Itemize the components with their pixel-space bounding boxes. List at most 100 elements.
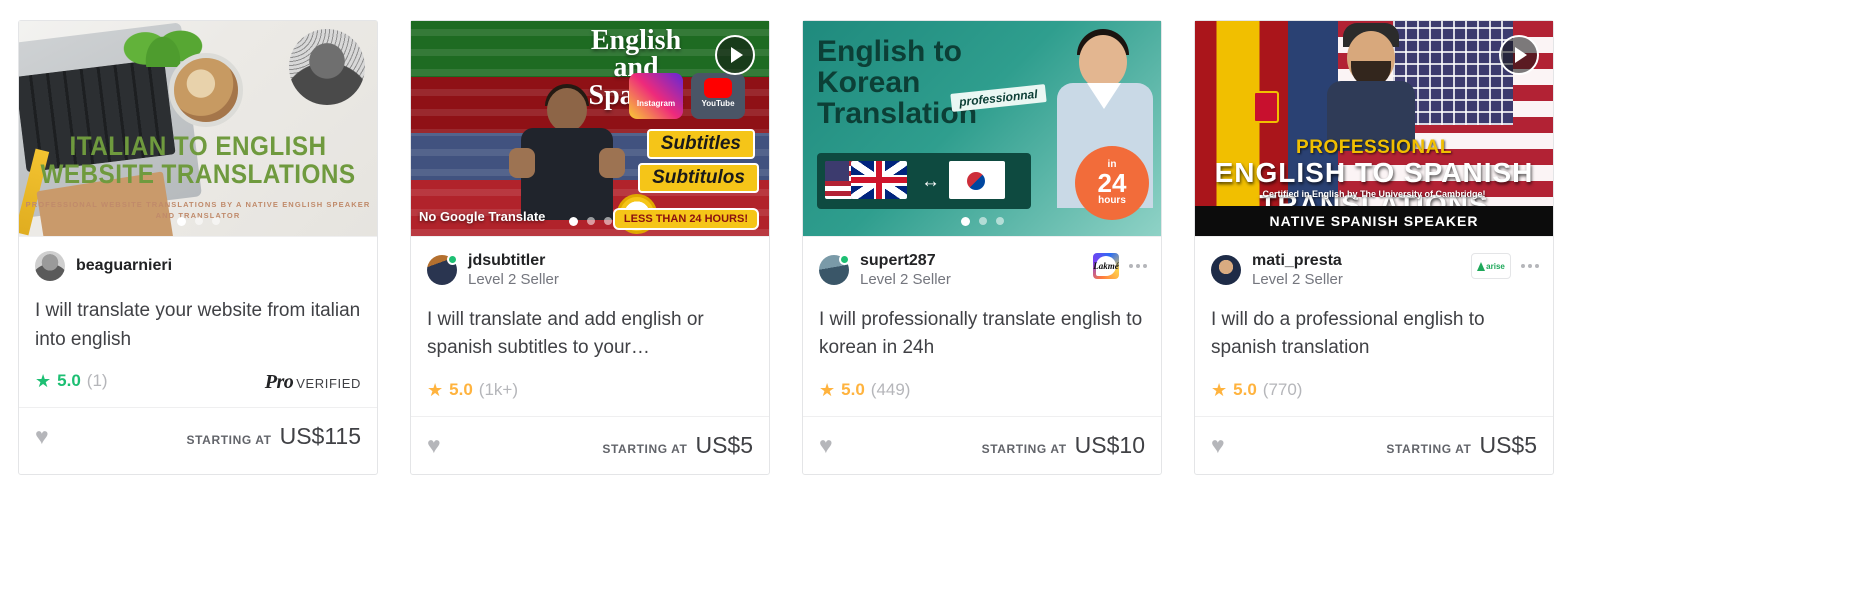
seller-row[interactable]: mati_presta Level 2 Seller arise	[1195, 237, 1553, 290]
thumbnail-headline-small: Professional	[1296, 137, 1452, 158]
head	[1079, 35, 1127, 89]
seller-row-actions: Lakmé	[1093, 253, 1147, 279]
brand-logo-icon: arise	[1471, 253, 1511, 279]
carousel-dot[interactable]	[211, 217, 220, 225]
rating-value: 5.0	[841, 379, 865, 399]
gig-thumbnail[interactable]: Italian to English Website Translations …	[19, 21, 377, 237]
pro-verified-badge: Pro VERIFIED	[265, 371, 361, 394]
seller-row[interactable]: jdsubtitler Level 2 Seller	[411, 237, 769, 290]
price-block: Starting at US$115	[187, 423, 361, 450]
person-illustration	[507, 84, 627, 220]
seller-row-actions: arise	[1471, 253, 1539, 279]
seller-name[interactable]: beaguarnieri	[76, 256, 172, 276]
headline-line-1: English to Spanish	[1214, 157, 1534, 188]
gig-title[interactable]: I will translate and add english or span…	[411, 290, 769, 368]
price-label: Starting at	[981, 441, 1067, 456]
carousel-dot[interactable]	[978, 217, 987, 225]
carousel-dots[interactable]	[411, 217, 769, 226]
avatar[interactable]	[427, 254, 458, 286]
seller-name[interactable]: mati_presta	[1252, 251, 1343, 271]
headline-line-1: English	[590, 25, 682, 56]
card-footer: ♥ Starting at US$10	[803, 415, 1161, 474]
seller-name[interactable]: jdsubtitler	[468, 251, 559, 271]
more-options-icon[interactable]	[1129, 264, 1147, 268]
star-icon: ★	[427, 379, 444, 400]
avatar-image	[1211, 255, 1241, 286]
swap-arrows-icon: ↔	[921, 171, 940, 192]
rating-value: 5.0	[1233, 379, 1257, 399]
certified-line: Certified in English by The University o…	[1262, 189, 1486, 199]
seller-row[interactable]: supert287 Level 2 Seller Lakmé	[803, 237, 1161, 290]
seller-level: Level 2 Seller	[860, 271, 951, 288]
spain-coat-of-arms-icon	[1253, 91, 1279, 123]
avatar[interactable]	[1211, 255, 1241, 286]
thumbnail-headline: English to Korean Translation	[817, 35, 978, 130]
gig-card[interactable]: Professional English to Spanish Translat…	[1194, 20, 1554, 475]
gig-title[interactable]: I will translate your website from itali…	[19, 281, 377, 359]
rating-count: (770)	[1262, 379, 1303, 399]
subtitles-spanish-label: Subtitulos	[638, 163, 759, 193]
heart-icon[interactable]: ♥	[35, 425, 49, 448]
card-footer: ♥ Starting at US$115	[19, 407, 377, 465]
play-icon[interactable]	[715, 35, 755, 75]
gig-card[interactable]: English to Korean Translation profession…	[802, 20, 1162, 475]
play-icon[interactable]	[1499, 35, 1539, 75]
more-options-icon[interactable]	[1521, 264, 1539, 268]
seller-name[interactable]: supert287	[860, 251, 951, 271]
card-footer: ♥ Starting at US$5	[411, 415, 769, 474]
avatar[interactable]	[819, 254, 850, 286]
price-value: US$115	[279, 423, 361, 449]
verified-label: VERIFIED	[296, 376, 361, 391]
carousel-dot[interactable]	[176, 217, 186, 226]
badge-big-text: 24	[1097, 168, 1127, 198]
carousel-dot[interactable]	[960, 217, 970, 226]
brand-logo-label: arise	[1486, 261, 1505, 271]
carousel-dot[interactable]	[995, 217, 1004, 225]
price-block: Starting at US$10	[982, 432, 1145, 459]
carousel-dots[interactable]	[19, 217, 377, 226]
person-illustration	[1323, 23, 1419, 151]
price-label: Starting at	[186, 433, 272, 447]
rating-row: ★ 5.0 (1) Pro VERIFIED	[19, 359, 377, 407]
instagram-icon: Instagram	[629, 73, 683, 119]
heart-icon[interactable]: ♥	[1211, 433, 1225, 457]
gig-card[interactable]: English and Spanish Instagram YouTube Su…	[410, 20, 770, 475]
seller-info: jdsubtitler Level 2 Seller	[468, 251, 559, 290]
seller-row[interactable]: beaguarnieri	[19, 237, 377, 281]
gig-card[interactable]: Italian to English Website Translations …	[18, 20, 378, 475]
gig-title[interactable]: I will do a professional english to span…	[1195, 290, 1553, 368]
price-value: US$10	[1074, 431, 1145, 458]
seller-info: supert287 Level 2 Seller	[860, 251, 951, 290]
price-value: US$5	[1479, 431, 1537, 458]
gig-thumbnail[interactable]: English and Spanish Instagram YouTube Su…	[411, 21, 769, 237]
thumbs-up-right	[599, 148, 625, 178]
youtube-icon: YouTube	[691, 73, 745, 119]
play-triangle	[730, 47, 743, 63]
carousel-dot[interactable]	[603, 217, 612, 225]
avatar-image	[35, 251, 65, 281]
gig-thumbnail[interactable]: English to Korean Translation profession…	[803, 21, 1161, 237]
carousel-dot[interactable]	[194, 217, 203, 225]
heart-icon[interactable]: ♥	[427, 433, 441, 457]
seller-level: Level 2 Seller	[468, 271, 559, 288]
gig-title[interactable]: I will professionally translate english …	[803, 290, 1161, 368]
rating-row: ★ 5.0 (1k+)	[411, 368, 769, 416]
carousel-dot[interactable]	[568, 217, 578, 226]
seller-info: beaguarnieri	[76, 256, 172, 276]
star-icon: ★	[1211, 379, 1228, 400]
rating-count: (449)	[870, 379, 911, 399]
heart-icon[interactable]: ♥	[819, 433, 833, 457]
carousel-dots[interactable]	[803, 217, 1161, 226]
coffee-cup-illustration	[169, 53, 243, 127]
price-label: Starting at	[602, 441, 688, 456]
online-status-icon	[839, 254, 850, 266]
rating-value: 5.0	[449, 379, 473, 399]
pro-label: Pro	[264, 371, 294, 393]
thumbs-up-left	[509, 148, 535, 178]
carousel-dot[interactable]	[586, 217, 595, 225]
gig-thumbnail[interactable]: Professional English to Spanish Translat…	[1195, 21, 1553, 237]
head	[547, 88, 587, 132]
avatar[interactable]	[35, 251, 65, 281]
price-value: US$5	[695, 431, 753, 458]
flag-bar: ↔	[817, 153, 1031, 209]
